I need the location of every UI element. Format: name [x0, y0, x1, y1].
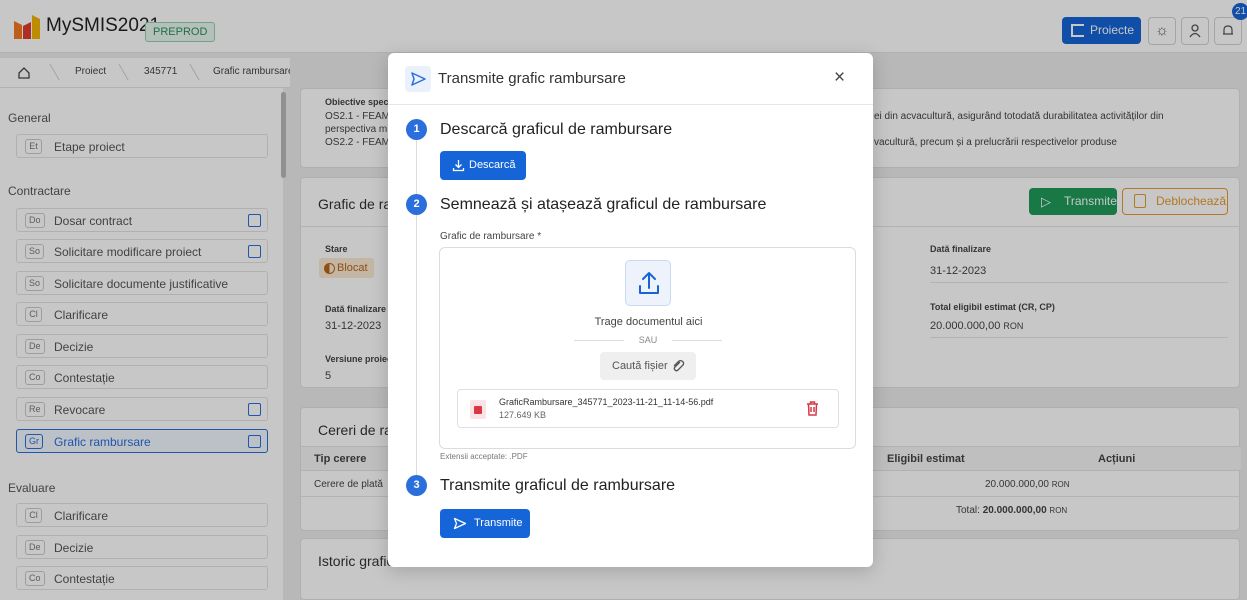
send-icon: [453, 517, 467, 530]
step-3-indicator: 3: [406, 475, 427, 496]
transmite-modal: Transmite grafic rambursare × 1 Descarcă…: [388, 53, 873, 567]
step-3-title: Transmite graficul de rambursare: [440, 477, 676, 494]
close-icon[interactable]: ×: [834, 68, 845, 88]
descarca-button[interactable]: Descarcă: [440, 151, 526, 180]
delete-icon[interactable]: [806, 400, 819, 417]
transmite-label: Transmite: [474, 517, 523, 529]
step-1-indicator: 1: [406, 119, 427, 140]
upload-icon: [625, 260, 671, 306]
pdf-file-icon: [470, 400, 486, 419]
grafic-field-label: Grafic de rambursare *: [440, 231, 542, 242]
attached-file: GraficRambursare_345771_2023-11-21_11-14…: [457, 389, 839, 428]
step-2-title: Semnează și atașează graficul de ramburs…: [440, 196, 767, 213]
cauta-fisier-label: Caută fișier: [612, 360, 668, 372]
send-icon: [405, 66, 431, 92]
paperclip-icon: [673, 359, 685, 372]
step-connector: [416, 140, 417, 200]
modal-header: Transmite grafic rambursare ×: [388, 53, 873, 105]
or-text: SAU: [638, 335, 658, 345]
download-icon: [452, 160, 465, 172]
cauta-fisier-button[interactable]: Caută fișier: [600, 352, 696, 380]
file-name: GraficRambursare_345771_2023-11-21_11-14…: [499, 397, 714, 407]
file-size: 127.649 KB: [499, 410, 547, 420]
or-divider: SAU: [574, 334, 722, 346]
modal-title: Transmite grafic rambursare: [438, 70, 626, 87]
step-1-title: Descarcă graficul de rambursare: [440, 121, 673, 138]
step-connector: [416, 215, 417, 483]
transmite-button[interactable]: Transmite: [440, 509, 530, 538]
drag-text: Trage documentul aici: [594, 316, 703, 328]
descarca-label: Descarcă: [469, 159, 516, 171]
accepted-extensions: Extensii acceptate: .PDF: [440, 452, 528, 461]
step-2-indicator: 2: [406, 194, 427, 215]
file-dropzone[interactable]: Trage documentul aici SAU Caută fișier G…: [439, 247, 856, 449]
